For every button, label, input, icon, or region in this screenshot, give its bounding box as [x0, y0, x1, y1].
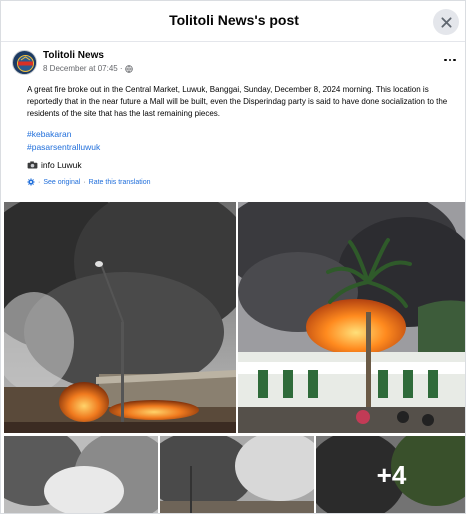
globe-icon [124, 64, 133, 73]
post-meta: 8 December at 07:45 · [43, 64, 133, 73]
rate-translation-link[interactable]: Rate this translation [89, 179, 151, 186]
post-author[interactable]: Tolitoli News [43, 50, 104, 61]
more-options-button[interactable] [442, 55, 458, 65]
dialog-title: Tolitoli News's post [169, 12, 299, 28]
photo-mosque-fire[interactable] [238, 202, 465, 433]
more-options-icon [444, 58, 447, 62]
gear-icon [27, 178, 35, 186]
info-text: info Luwuk [41, 160, 82, 170]
photo-smoke-1-image [4, 436, 158, 513]
separator: · [83, 178, 86, 186]
see-original-link[interactable]: See original [43, 179, 80, 186]
page-avatar[interactable] [12, 50, 37, 75]
photo-market-fire[interactable] [4, 202, 236, 433]
translation-row: · See original · Rate this translation [27, 178, 151, 186]
photo-smoke-2[interactable] [160, 436, 314, 513]
close-icon [440, 16, 452, 28]
info-line: info Luwuk [27, 160, 82, 170]
photo-smoke-2-image [160, 436, 314, 513]
camera-icon [27, 161, 38, 169]
hashtag-link[interactable]: #pasarsentralluwuk [27, 142, 100, 152]
photo-more[interactable]: +4 [316, 436, 465, 513]
close-button[interactable] [433, 9, 459, 35]
post-card: Tolitoli News 8 December at 07:45 · A gr… [4, 45, 465, 513]
separator: · [38, 178, 41, 186]
more-photos-count: +4 [316, 436, 465, 513]
post-dialog: Tolitoli News's post Tolitoli News 8 Dec… [0, 0, 466, 514]
photo-mosque-fire-image [238, 202, 465, 433]
photo-smoke-1[interactable] [4, 436, 158, 513]
dialog-header: Tolitoli News's post [1, 1, 465, 42]
photo-market-fire-image [4, 202, 236, 433]
post-timestamp[interactable]: 8 December at 07:45 · [43, 64, 123, 73]
avatar-logo-icon [13, 51, 36, 74]
hashtag-link[interactable]: #kebakaran [27, 129, 71, 139]
post-body: A great fire broke out in the Central Ma… [27, 85, 448, 118]
